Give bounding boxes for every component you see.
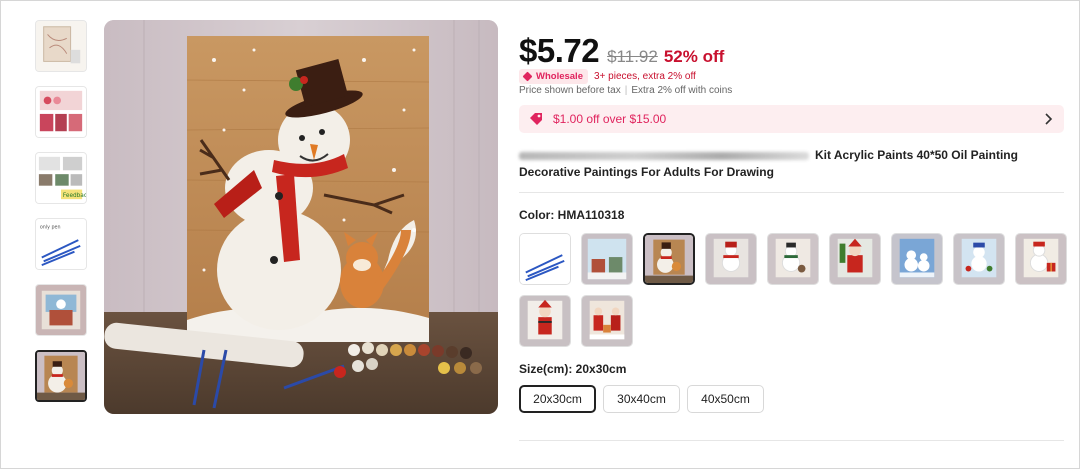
wholesale-row: Wholesale 3+ pieces, extra 2% off [519,69,696,84]
coupon-bar[interactable]: $1.00 off over $15.00 [519,105,1064,133]
tax-row: Price shown before tax | Extra 2% off with… [519,85,732,96]
swatch-snowman-fox-selected[interactable] [643,233,695,285]
swatch-village[interactable] [581,233,633,285]
main-product-image[interactable] [104,20,498,414]
wholesale-badge-label: Wholesale [536,71,583,82]
color-label: Color: HMA110318 [519,208,625,222]
wholesale-badge: Wholesale [519,69,588,84]
divider-2 [519,440,1064,441]
size-option-30x40[interactable]: 30x40cm [603,385,680,413]
divider-1 [519,192,1064,193]
thumbnail-1[interactable] [35,20,87,72]
original-price: $11.92 [607,47,658,66]
swatch-snowman-gift[interactable] [1015,233,1067,285]
discount-percent: 52% off [663,47,725,66]
swatch-snowman-kids[interactable] [953,233,1005,285]
thumbnail-2[interactable] [35,86,87,138]
tax-note: Price shown before tax [519,85,621,96]
wholesale-tag-icon [522,71,533,82]
size-option-40x50[interactable]: 40x50cm [687,385,764,413]
swatch-santa-red[interactable] [519,295,571,347]
svg-text:Feedback: Feedback [63,193,86,199]
thumbnail-5[interactable] [35,284,87,336]
swatch-brushes[interactable] [519,233,571,285]
blurred-title-prefix [519,151,809,160]
current-price: $5.72 [519,32,600,69]
price-row: $5.72 $11.92 52% off [519,32,724,70]
svg-text:only pen: only pen [40,225,61,231]
swatch-snowman-cat[interactable] [767,233,819,285]
swatch-snowmen-blue[interactable] [891,233,943,285]
swatch-santa[interactable] [829,233,881,285]
thumbnail-6-selected[interactable] [35,350,87,402]
coupon-tag-icon [530,113,542,125]
tax-separator: | [624,85,628,96]
thumbnail-4[interactable]: only pen [35,218,87,270]
coins-note: Extra 2% off with coins [631,85,733,96]
size-option-20x30-selected[interactable]: 20x30cm [519,385,596,413]
size-label: Size(cm): 20x30cm [519,362,627,376]
swatch-santa-group[interactable] [581,295,633,347]
thumbnail-3[interactable]: Feedback [35,152,87,204]
wholesale-text: 3+ pieces, extra 2% off [594,71,696,82]
coupon-text: $1.00 off over $15.00 [553,112,667,126]
product-title: Kit Acrylic Paints 40*50 Oil Painting De… [519,147,1059,181]
swatch-snowman-red[interactable] [705,233,757,285]
chevron-right-icon [1045,113,1053,125]
